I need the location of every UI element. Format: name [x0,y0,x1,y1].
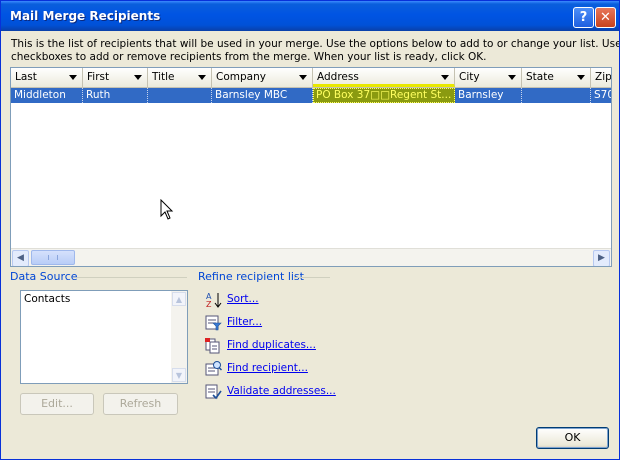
sort-az-icon: A Z [206,292,222,308]
column-header-first[interactable]: First [83,68,148,87]
column-header-title[interactable]: Title [148,68,212,87]
cell-city[interactable]: Barnsley [455,88,522,103]
svg-text:Z: Z [206,300,212,308]
scroll-up-icon[interactable]: ▲ [172,292,186,306]
cell-zip[interactable]: S70 [591,88,611,103]
cell-first[interactable]: Ruth [83,88,148,103]
validate-addresses-icon [205,384,222,400]
grid-header: Last First Title Company Address City St… [11,68,612,88]
cell-address[interactable]: PO Box 37□□Regent St... [313,88,455,103]
cell-last[interactable]: Middleton [11,88,83,103]
cell-state[interactable] [522,88,591,103]
column-label: Title [152,71,175,83]
cell-title[interactable] [148,88,212,103]
dropdown-arrow-icon[interactable] [508,75,516,80]
column-label: Last [15,71,37,83]
vertical-scrollbar[interactable]: ▲ ▼ [171,291,187,383]
column-label: Zip [595,71,612,83]
list-item[interactable]: Contacts [24,293,70,305]
dropdown-arrow-icon[interactable] [299,75,307,80]
window-title: Mail Merge Recipients [10,9,161,23]
table-row[interactable]: Middleton Ruth Barnsley MBC PO Box 37□□R… [11,88,611,103]
edit-button[interactable]: Edit... [20,393,94,415]
column-header-zip[interactable]: Zip [591,68,612,87]
column-label: First [87,71,110,83]
refine-list-heading: Refine recipient list [198,270,304,283]
mouse-pointer-icon [160,199,174,220]
mail-merge-recipients-dialog: Mail Merge Recipients ? ✕ This is the li… [0,0,620,460]
divider [77,277,187,278]
filter-icon [205,315,222,331]
dropdown-arrow-icon[interactable] [577,75,585,80]
column-header-city[interactable]: City [455,68,522,87]
column-label: Company [216,71,266,83]
column-header-last[interactable]: Last [11,68,83,87]
scroll-right-icon[interactable]: ▶ [593,250,610,266]
find-recipient-icon [205,361,222,376]
instructions-line-1: This is the list of recipients that will… [11,38,620,50]
dropdown-arrow-icon[interactable] [69,75,77,80]
column-header-state[interactable]: State [522,68,591,87]
dropdown-arrow-icon[interactable] [198,75,206,80]
dropdown-arrow-icon[interactable] [441,75,449,80]
refresh-button[interactable]: Refresh [103,393,178,415]
find-duplicates-icon [205,338,220,354]
instructions-line-2: checkboxes to add or remove recipients f… [11,51,487,63]
validate-addresses-link-label[interactable]: Validate addresses... [227,385,336,397]
column-label: City [459,71,480,83]
close-button[interactable]: ✕ [595,7,616,28]
find-duplicates-link-label[interactable]: Find duplicates... [227,339,316,351]
ok-button[interactable]: OK [536,427,609,449]
column-header-address[interactable]: Address [313,68,455,87]
sort-link-label[interactable]: Sort... [227,293,259,305]
instructions-text: This is the list of recipients that will… [11,38,620,64]
scroll-left-icon[interactable]: ◀ [12,250,29,266]
column-label: State [526,71,554,83]
column-label: Address [317,71,359,83]
recipients-grid: Last First Title Company Address City St… [10,67,612,267]
help-button[interactable]: ? [573,7,594,28]
scroll-down-icon[interactable]: ▼ [172,368,186,382]
data-source-list[interactable]: Contacts ▲ ▼ [20,290,188,384]
data-source-heading: Data Source [10,270,78,283]
horizontal-scrollbar[interactable]: ◀ ▶ [11,248,611,266]
find-recipient-link-label[interactable]: Find recipient... [227,362,308,374]
column-header-company[interactable]: Company [212,68,313,87]
divider [294,277,330,278]
filter-link-label[interactable]: Filter... [227,316,262,328]
dropdown-arrow-icon[interactable] [134,75,142,80]
scrollbar-thumb[interactable] [31,250,75,265]
cell-company[interactable]: Barnsley MBC [212,88,313,103]
title-bar[interactable]: Mail Merge Recipients ? ✕ [1,1,619,31]
